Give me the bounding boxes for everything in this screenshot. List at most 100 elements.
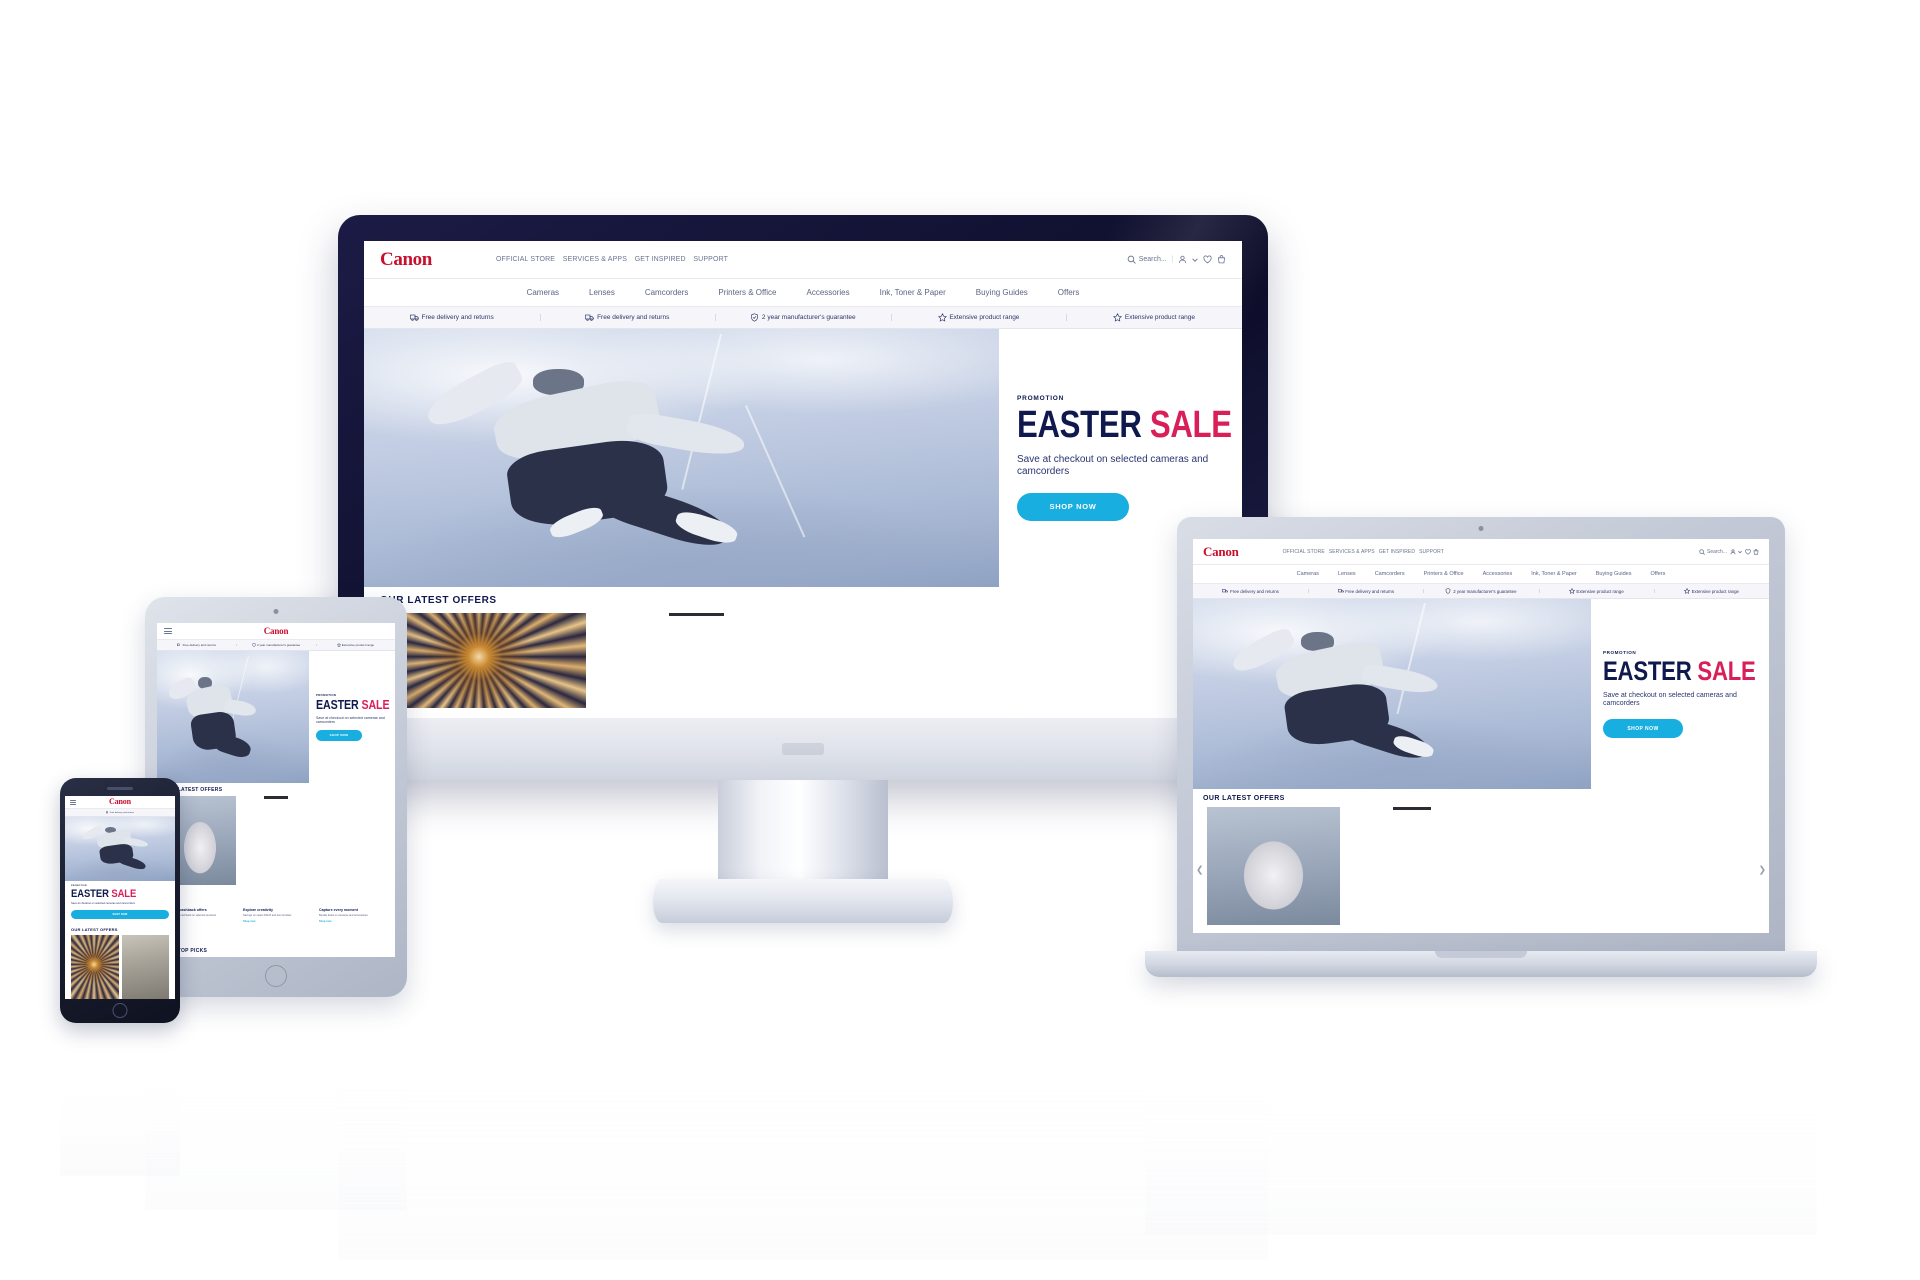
reflection-monitor [338, 930, 1268, 1260]
promo-kicker: PROMOTION [71, 885, 87, 887]
offer-card[interactable]: Capture every moment Bundle deals on cam… [316, 796, 388, 945]
cat-nav-item-offers[interactable]: Offers [1058, 288, 1080, 297]
shop-now-button[interactable]: SHOP NOW [1017, 492, 1129, 521]
cat-nav-item-accessories[interactable]: Accessories [807, 288, 850, 297]
star-icon [336, 643, 341, 647]
hero-image [1193, 599, 1591, 789]
promo-title-word-2: SALE [111, 888, 137, 900]
cat-nav-item-camcorders[interactable]: Camcorders [1375, 571, 1405, 577]
star-icon [1683, 588, 1690, 594]
reflection-laptop [1145, 985, 1817, 1235]
basket-icon[interactable] [1753, 548, 1759, 555]
search-input[interactable]: Search... [1699, 549, 1727, 555]
cat-nav-item-lenses[interactable]: Lenses [1338, 571, 1356, 577]
search-icon [1699, 548, 1706, 555]
offer-title: Capture every moment [319, 907, 358, 912]
offer-shop-now-link[interactable]: Shop now [319, 920, 385, 923]
top-nav-item-support[interactable]: SUPPORT [693, 256, 728, 263]
usp-item-guarantee[interactable]: 2 year manufacturer's guarantee [236, 643, 315, 647]
offer-card[interactable] [71, 934, 119, 999]
shop-now-button[interactable]: SHOP NOW [316, 729, 362, 741]
usp-item-guarantee[interactable]: 2 year manufacturer's guarantee [1423, 588, 1538, 594]
shop-now-button[interactable]: SHOP NOW [71, 909, 169, 919]
top-nav-item-get-inspired[interactable]: GET INSPIRED [1379, 549, 1415, 555]
hero-subject [1225, 624, 1480, 781]
usp-item-product-range-2[interactable]: Extensive product range [1653, 588, 1769, 594]
cat-nav-item-cameras[interactable]: Cameras [527, 288, 559, 297]
offer-card[interactable] [121, 934, 169, 999]
offer-card[interactable] [1623, 807, 1756, 925]
shop-now-button[interactable]: SHOP NOW [1603, 719, 1683, 739]
usp-item-product-range-1[interactable]: Extensive product range [315, 643, 395, 647]
cat-nav-item-offers[interactable]: Offers [1650, 571, 1665, 577]
top-nav-item-official-store[interactable]: OFFICIAL STORE [496, 256, 555, 263]
search-placeholder: Search... [1706, 548, 1727, 555]
top-nav-item-services-apps[interactable]: SERVICES & APPS [563, 256, 627, 263]
usp-item-product-range-1[interactable]: Extensive product range [1538, 588, 1654, 594]
chevron-down-icon[interactable] [1192, 257, 1198, 263]
offer-image-dog [1207, 807, 1340, 925]
offer-card[interactable]: Explore creativity Savings on select DSL… [240, 796, 312, 945]
canon-logo[interactable]: Canon [1203, 545, 1239, 558]
usp-label: Extensive product range [341, 643, 375, 647]
cat-nav-item-printers-office[interactable]: Printers & Office [718, 288, 776, 297]
chevron-down-icon[interactable] [1738, 550, 1742, 554]
usp-item-free-delivery-1[interactable]: Free delivery and returns [364, 313, 540, 322]
hero-subject [80, 824, 161, 877]
usp-item-guarantee[interactable]: 2 year manufacturer's guarantee [715, 313, 891, 322]
top-nav-item-official-store[interactable]: OFFICIAL STORE [1283, 549, 1325, 555]
usp-item-product-range-1[interactable]: Extensive product range [890, 313, 1067, 322]
cat-nav-item-accessories[interactable]: Accessories [1483, 571, 1513, 577]
delivery-truck-icon [1222, 589, 1229, 593]
account-icon[interactable] [1730, 548, 1736, 555]
offers-heading: OUR LATEST OFFERS [1203, 794, 1285, 802]
usp-item-product-range-2[interactable]: Extensive product range [1066, 313, 1242, 322]
account-icon[interactable] [1178, 255, 1187, 264]
offer-card[interactable] [1484, 807, 1617, 925]
cat-nav-item-printers-office[interactable]: Printers & Office [1424, 571, 1464, 577]
carousel-prev-button[interactable]: ❮ [1196, 865, 1204, 876]
promo-title-word-1: EASTER [1603, 655, 1692, 686]
top-nav-item-get-inspired[interactable]: GET INSPIRED [635, 256, 686, 263]
heart-icon[interactable] [1744, 548, 1751, 555]
cat-nav-item-buying-guides[interactable]: Buying Guides [976, 288, 1028, 297]
usp-label: Extensive product range [1124, 314, 1196, 321]
cat-nav-item-ink-toner-paper[interactable]: Ink, Toner & Paper [880, 288, 946, 297]
cat-nav-item-camcorders[interactable]: Camcorders [645, 288, 689, 297]
offer-card[interactable] [1207, 807, 1340, 925]
usp-item-free-delivery-2[interactable]: Free delivery and returns [539, 313, 716, 322]
device-tablet: Canon Free delivery and returns 2 year m… [145, 597, 407, 997]
cat-nav-item-ink-toner-paper[interactable]: Ink, Toner & Paper [1531, 571, 1576, 577]
usp-item-free-delivery-1[interactable]: Free delivery and returns [157, 643, 236, 647]
site-desktop: Canon OFFICIAL STORE SERVICES & APPS GET… [364, 241, 1242, 718]
search-input[interactable]: Search... [1127, 255, 1167, 264]
usp-item-free-delivery-2[interactable]: Free delivery and returns [1308, 588, 1423, 594]
usp-item-free-delivery-1[interactable]: Free delivery and returns [65, 811, 175, 814]
canon-logo[interactable]: Canon [380, 250, 432, 269]
monitor-brand-mark [782, 743, 824, 755]
top-nav-item-support[interactable]: SUPPORT [1419, 549, 1444, 555]
offer-card[interactable] [1346, 807, 1479, 925]
category-nav: Cameras Lenses Camcorders Printers & Off… [1193, 565, 1769, 584]
hamburger-icon[interactable] [164, 628, 172, 634]
canon-logo[interactable]: Canon [109, 798, 131, 806]
cat-nav-item-buying-guides[interactable]: Buying Guides [1596, 571, 1632, 577]
offer-card[interactable] [807, 613, 1013, 708]
offer-card[interactable] [594, 613, 800, 708]
canon-logo[interactable]: Canon [264, 626, 289, 636]
hero-subject [166, 675, 272, 775]
carousel-next-button[interactable]: ❯ [1758, 865, 1766, 876]
phone-home-button[interactable] [112, 1003, 128, 1018]
usp-item-free-delivery-1[interactable]: Free delivery and returns [1193, 588, 1308, 594]
offer-shop-now-link[interactable]: Shop now [243, 920, 309, 923]
offer-card[interactable] [380, 613, 586, 708]
delivery-truck-icon [1337, 589, 1344, 593]
hamburger-icon[interactable] [70, 799, 76, 805]
basket-icon[interactable] [1217, 255, 1226, 264]
tablet-home-button[interactable] [265, 965, 287, 987]
heart-icon[interactable] [1203, 255, 1212, 264]
top-nav-item-services-apps[interactable]: SERVICES & APPS [1329, 549, 1375, 555]
hero-promo-panel: PROMOTION EASTER SALE Save at checkout o… [309, 651, 395, 783]
cat-nav-item-lenses[interactable]: Lenses [589, 288, 615, 297]
cat-nav-item-cameras[interactable]: Cameras [1297, 571, 1319, 577]
